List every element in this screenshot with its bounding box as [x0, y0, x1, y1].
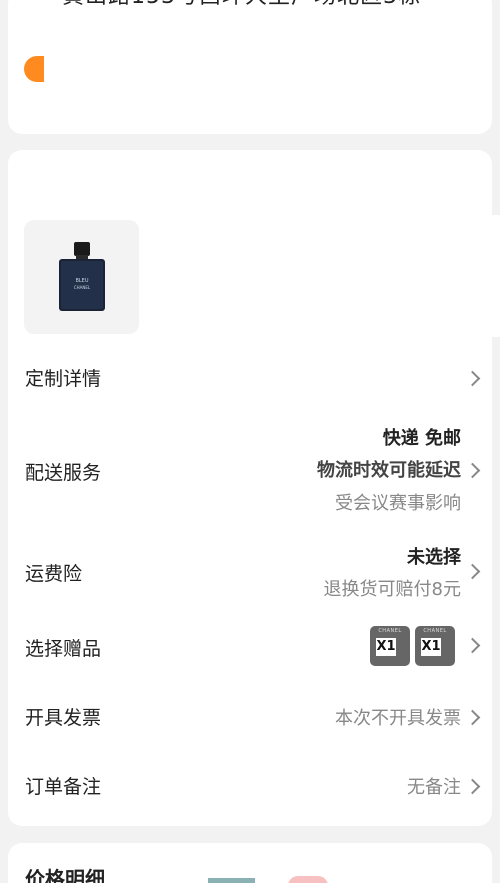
address-card[interactable]: 黄山路153号西环大主广场北区3栋 [8, 0, 492, 134]
row-delivery[interactable]: 配送服务 快递 免邮 物流时效可能延迟 受会议赛事影响 [8, 422, 492, 514]
invoice-value: 本次不开具发票 [335, 708, 461, 729]
delivery-label: 配送服务 [25, 462, 102, 484]
order-note-value: 无备注 [407, 777, 461, 798]
svg-text:CHANEL: CHANEL [73, 285, 90, 290]
chevron-right-icon [464, 637, 481, 654]
perfume-bottle-icon: BLEU CHANEL [58, 242, 105, 311]
order-card: BLEU CHANEL 定制详情 配送服务 快递 免邮 物流时效可能延迟 受会议… [8, 150, 492, 826]
insurance-status: 未选择 [407, 547, 461, 568]
delivery-delay-notice: 物流时效可能延迟 [317, 460, 461, 481]
address-overlay [36, 8, 492, 118]
chevron-right-icon [464, 370, 481, 387]
chevron-right-icon [464, 709, 481, 726]
gift-quantity: X1 [376, 638, 396, 656]
gift-brand: CHANEL [423, 628, 447, 634]
row-order-note[interactable]: 订单备注 无备注 [8, 772, 492, 802]
row-invoice[interactable]: 开具发票 本次不开具发票 [8, 703, 492, 733]
row-select-gift[interactable]: 选择赠品 CHANEL X1 CHANEL X1 [8, 626, 492, 666]
row-shipping-insurance[interactable]: 运费险 未选择 退换货可赔付8元 [8, 541, 492, 601]
product-thumbnail[interactable]: BLEU CHANEL [24, 220, 139, 334]
custom-details-label: 定制详情 [25, 368, 102, 390]
delivery-delay-reason: 受会议赛事影响 [335, 493, 461, 514]
price-details-title: 价格明细 [25, 867, 105, 883]
chevron-right-icon [464, 462, 481, 479]
gift-brand: CHANEL [378, 628, 402, 634]
shipping-insurance-label: 运费险 [25, 563, 83, 585]
chevron-right-icon [464, 778, 481, 795]
insurance-compensation: 退换货可赔付8元 [323, 579, 461, 600]
chevron-right-icon [464, 563, 481, 580]
decorative-strip [288, 876, 328, 883]
order-note-label: 订单备注 [25, 776, 102, 798]
select-gift-label: 选择赠品 [25, 638, 102, 660]
gift-item[interactable]: CHANEL X1 [370, 626, 410, 666]
svg-text:BLEU: BLEU [75, 278, 88, 284]
gift-item[interactable]: CHANEL X1 [415, 626, 455, 666]
location-pin-icon [24, 56, 44, 82]
row-custom-details[interactable]: 定制详情 [8, 364, 492, 394]
price-details-card: 价格明细 [8, 843, 492, 883]
gift-quantity: X1 [421, 638, 441, 656]
edge-divider [492, 215, 500, 337]
decorative-strip [208, 878, 255, 883]
delivery-method: 快递 免邮 [382, 428, 461, 449]
invoice-label: 开具发票 [25, 707, 102, 729]
